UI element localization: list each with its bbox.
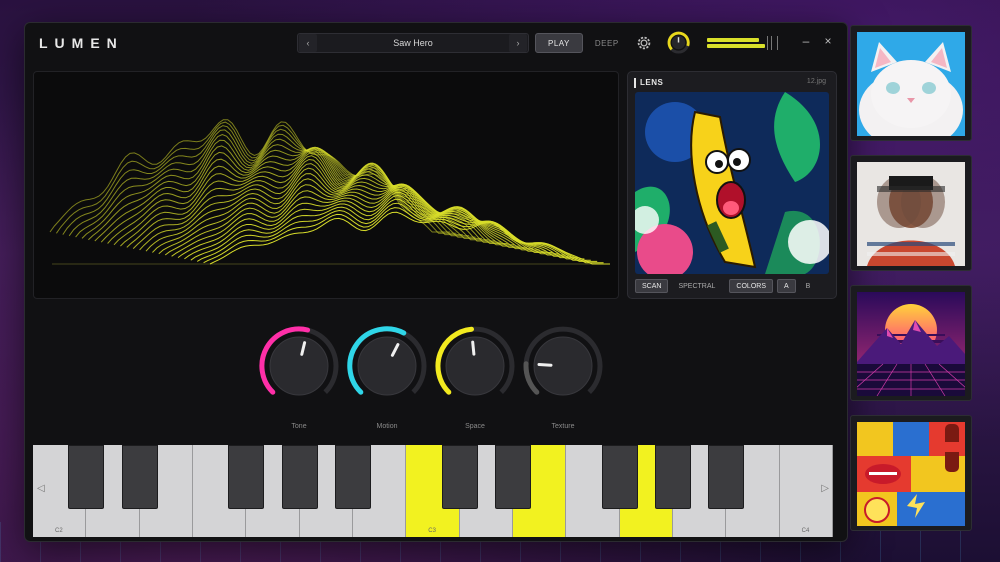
plugin-window: LUMEN ‹ Saw Hero › PLAY DEEP – × 100 1k … <box>24 22 848 542</box>
black-key[interactable] <box>441 445 478 509</box>
knob-tone-label: Tone <box>291 423 307 430</box>
spectrum-trace <box>203 207 604 264</box>
black-key[interactable] <box>708 445 745 509</box>
knob-motion-label: Motion <box>376 423 398 430</box>
octave-down-arrow-icon[interactable]: ◁ <box>37 483 45 494</box>
lens-tab-a[interactable]: A <box>776 279 796 293</box>
spectrum-display: 100 1k 10k Hz <box>33 71 619 299</box>
knob-space-label: Space <box>465 423 485 430</box>
black-key[interactable] <box>334 445 371 509</box>
knob-body <box>357 336 417 396</box>
knob-space[interactable]: Space <box>432 323 518 430</box>
knob-tone[interactable]: Tone <box>256 323 342 430</box>
space-knob-dial[interactable] <box>432 323 518 409</box>
black-key[interactable] <box>68 445 105 509</box>
preset-prev-button[interactable]: ‹ <box>299 34 317 52</box>
octave-label: C3 <box>428 528 436 534</box>
lens-title: LENS <box>640 78 664 87</box>
lens-title-marker <box>634 78 636 88</box>
preset-next-button[interactable]: › <box>509 34 527 52</box>
lens-tab-b[interactable]: B <box>800 279 817 293</box>
close-button[interactable]: × <box>821 34 835 48</box>
black-key[interactable] <box>494 445 531 509</box>
spectrum-trace <box>209 211 610 265</box>
black-key[interactable] <box>601 445 638 509</box>
knob-motion[interactable]: Motion <box>344 323 430 430</box>
spectrum-trace <box>139 167 540 251</box>
lens-tab-colors[interactable]: COLORS <box>729 279 773 293</box>
gallery-thumb-pop-art[interactable] <box>850 415 972 531</box>
black-key[interactable] <box>281 445 318 509</box>
knob-texture[interactable]: Texture <box>520 323 606 430</box>
tone-knob-dial[interactable] <box>256 323 342 409</box>
octave-label: C4 <box>801 528 810 534</box>
knob-body <box>269 336 329 396</box>
lens-tabs: SCAN SPECTRAL COLORS A B <box>635 279 816 293</box>
brand-logo: LUMEN <box>39 35 124 51</box>
minimize-button[interactable]: – <box>799 34 813 48</box>
output-volume-knob[interactable] <box>666 30 691 55</box>
spectrum-waterfall <box>49 119 610 265</box>
level-meter <box>707 36 789 50</box>
knob-pointer <box>537 363 553 367</box>
lens-tab-spectral[interactable]: SPECTRAL <box>672 279 721 293</box>
octave-up-arrow-icon[interactable]: ▷ <box>821 483 829 494</box>
knob-body <box>445 336 505 396</box>
gallery-thumb-synthwave[interactable] <box>850 285 972 401</box>
black-key[interactable] <box>228 445 265 509</box>
lens-tab-scan[interactable]: SCAN <box>635 279 669 293</box>
gallery-thumb-glitch-portrait[interactable] <box>850 155 972 271</box>
lens-filename: 12.jpg <box>806 78 826 85</box>
black-key[interactable] <box>121 445 158 509</box>
settings-gear-icon[interactable] <box>635 34 653 52</box>
preset-selector: ‹ Saw Hero › <box>297 33 529 53</box>
preset-name[interactable]: Saw Hero <box>318 38 508 48</box>
black-key[interactable] <box>654 445 691 509</box>
texture-knob-dial[interactable] <box>520 323 606 409</box>
knob-texture-label: Texture <box>551 423 575 430</box>
piano-keyboard: C2 C3 C4 ◁ ▷ <box>33 445 833 537</box>
lens-artwork-image <box>635 92 829 274</box>
gallery-thumb-cat[interactable] <box>850 25 972 141</box>
mode-toggle: PLAY DEEP <box>535 33 631 53</box>
octave-label: C2 <box>55 528 63 534</box>
mode-deep-button[interactable]: DEEP <box>583 33 631 53</box>
knob-pointer <box>471 340 476 356</box>
lens-panel: LENS 12.jpg SCAN SPECTRAL COLORS A B <box>627 71 837 299</box>
mode-play-button[interactable]: PLAY <box>535 33 583 53</box>
motion-knob-dial[interactable] <box>344 323 430 409</box>
